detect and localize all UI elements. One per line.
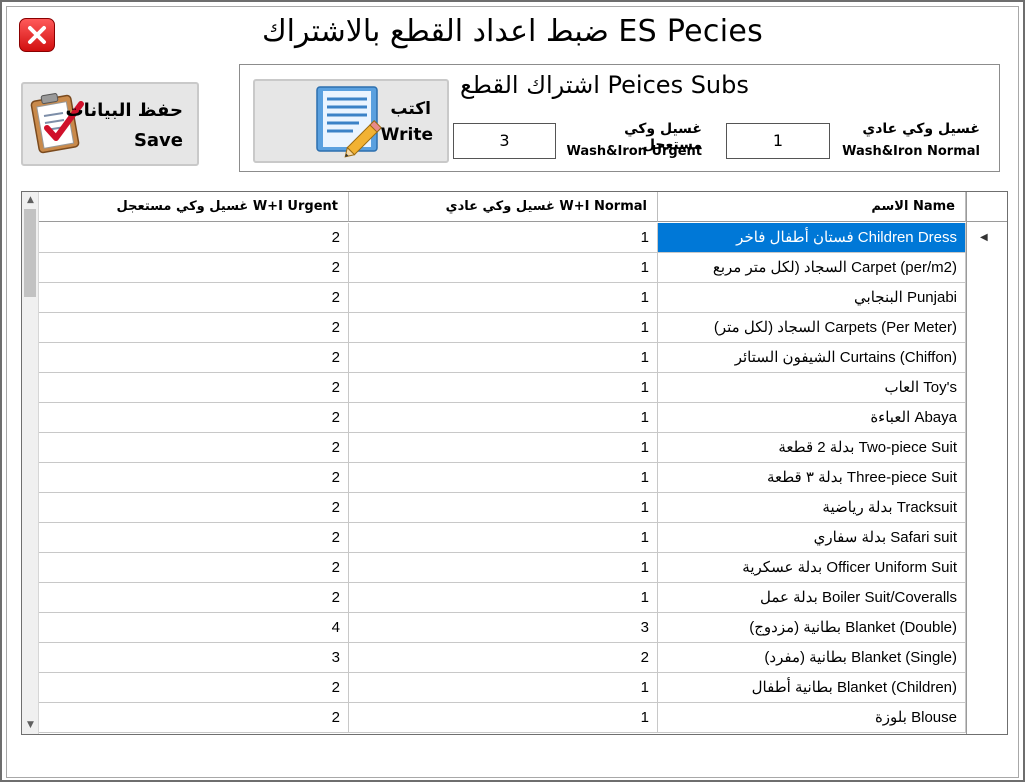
column-header-name[interactable]: الاسم Name xyxy=(658,192,966,222)
save-label-en: Save xyxy=(133,130,183,151)
close-button[interactable] xyxy=(19,18,55,52)
cell-urgent[interactable]: 2 xyxy=(39,703,349,733)
vertical-scrollbar[interactable]: ▲ ▼ xyxy=(22,192,39,734)
cell-urgent[interactable]: 2 xyxy=(39,523,349,553)
notepad-pencil-icon xyxy=(316,86,382,158)
cell-name[interactable]: البنجابي Punjabi xyxy=(658,283,966,313)
cell-normal[interactable]: 1 xyxy=(349,673,658,703)
cell-normal[interactable]: 1 xyxy=(349,343,658,373)
cell-urgent[interactable]: 2 xyxy=(39,403,349,433)
write-label-ar: اكتب xyxy=(390,99,431,119)
cell-urgent[interactable]: 4 xyxy=(39,613,349,643)
cell-normal[interactable]: 1 xyxy=(349,433,658,463)
window-title: ضبط اعداد القطع بالاشتراك ES Pecies xyxy=(261,14,764,49)
scroll-thumb[interactable] xyxy=(24,209,36,297)
cell-normal[interactable]: 3 xyxy=(349,613,658,643)
pieces-grid: ▲ ▼ غسيل وكي مستعجل W+I Urgent غسيل وكي … xyxy=(21,191,1008,735)
cell-urgent[interactable]: 2 xyxy=(39,313,349,343)
cell-name[interactable]: بلوزة Blouse xyxy=(658,703,966,733)
row-header-corner xyxy=(967,192,1007,222)
cell-normal[interactable]: 1 xyxy=(349,523,658,553)
write-button[interactable]: اكتب Write xyxy=(253,79,449,163)
cell-name[interactable]: فستان أطفال فاخر Children Dress xyxy=(658,223,966,253)
panel-title: اشتراك القطع Peices Subs xyxy=(460,71,749,99)
cell-urgent[interactable]: 2 xyxy=(39,553,349,583)
normal-label-en: Wash&Iron Normal xyxy=(842,144,980,159)
cell-urgent[interactable]: 2 xyxy=(39,433,349,463)
cell-urgent[interactable]: 2 xyxy=(39,463,349,493)
normal-label-ar: غسيل وكي عادي xyxy=(862,121,980,137)
scroll-down-icon[interactable]: ▼ xyxy=(22,717,39,734)
cell-normal[interactable]: 1 xyxy=(349,373,658,403)
cell-name[interactable]: بدلة سفاري Safari suit xyxy=(658,523,966,553)
cell-name[interactable]: بطانية أطفال Blanket (Children) xyxy=(658,673,966,703)
cell-normal[interactable]: 1 xyxy=(349,493,658,523)
urgent-label-en: Wash&Iron Urgent xyxy=(566,144,703,159)
cell-urgent[interactable]: 2 xyxy=(39,283,349,313)
cell-normal[interactable]: 1 xyxy=(349,313,658,343)
save-button[interactable]: حفظ البيانات Save xyxy=(21,82,199,166)
cell-normal[interactable]: 2 xyxy=(349,643,658,673)
cell-name[interactable]: بدلة عمل Boiler Suit/Coveralls xyxy=(658,583,966,613)
cell-urgent[interactable]: 2 xyxy=(39,673,349,703)
app-window: ضبط اعداد القطع بالاشتراك ES Pecies حفظ … xyxy=(0,0,1025,782)
cell-name[interactable]: السجاد (لكل متر مربع Carpet (per/m2) xyxy=(658,253,966,283)
cell-normal[interactable]: 1 xyxy=(349,223,658,253)
cell-urgent[interactable]: 2 xyxy=(39,343,349,373)
cell-urgent[interactable]: 3 xyxy=(39,643,349,673)
urgent-input[interactable]: 3 xyxy=(453,123,556,159)
write-label-en: Write xyxy=(380,125,433,145)
cell-name[interactable]: العباءة Abaya xyxy=(658,403,966,433)
cell-name[interactable]: بدلة 2 قطعة Two-piece Suit xyxy=(658,433,966,463)
column-header-urgent[interactable]: غسيل وكي مستعجل W+I Urgent xyxy=(39,192,349,222)
cell-normal[interactable]: 1 xyxy=(349,463,658,493)
column-header-normal[interactable]: غسيل وكي عادي W+I Normal xyxy=(349,192,658,222)
current-row-arrow-icon: ◀ xyxy=(980,232,988,243)
cell-name[interactable]: بطانية (مزدوج) Blanket (Double) xyxy=(658,613,966,643)
scroll-up-icon[interactable]: ▲ xyxy=(22,192,39,209)
subs-panel: اشتراك القطع Peices Subs اكتب Write 3 غس… xyxy=(239,64,1000,172)
row-header-column: ◀ xyxy=(966,192,1007,734)
cell-urgent[interactable]: 2 xyxy=(39,373,349,403)
cell-urgent[interactable]: 2 xyxy=(39,583,349,613)
cell-name[interactable]: السجاد (لكل متر) Carpets (Per Meter) xyxy=(658,313,966,343)
cell-normal[interactable]: 1 xyxy=(349,283,658,313)
cell-normal[interactable]: 1 xyxy=(349,583,658,613)
normal-input[interactable]: 1 xyxy=(726,123,830,159)
cell-normal[interactable]: 1 xyxy=(349,703,658,733)
close-icon xyxy=(28,26,46,44)
cell-name[interactable]: بدلة رياضية Tracksuit xyxy=(658,493,966,523)
cell-urgent[interactable]: 2 xyxy=(39,253,349,283)
cell-name[interactable]: بدلة عسكرية Officer Uniform Suit xyxy=(658,553,966,583)
cell-name[interactable]: الشيفون الستائر Curtains (Chiffon) xyxy=(658,343,966,373)
cell-urgent[interactable]: 2 xyxy=(39,223,349,253)
cell-name[interactable]: بدلة ٣ قطعة Three-piece Suit xyxy=(658,463,966,493)
cell-normal[interactable]: 1 xyxy=(349,553,658,583)
save-label-ar: حفظ البيانات xyxy=(65,100,183,121)
cell-normal[interactable]: 1 xyxy=(349,403,658,433)
cell-urgent[interactable]: 2 xyxy=(39,493,349,523)
cell-name[interactable]: بطانية (مفرد) Blanket (Single) xyxy=(658,643,966,673)
cell-normal[interactable]: 1 xyxy=(349,253,658,283)
cell-name[interactable]: العاب Toy's xyxy=(658,373,966,403)
